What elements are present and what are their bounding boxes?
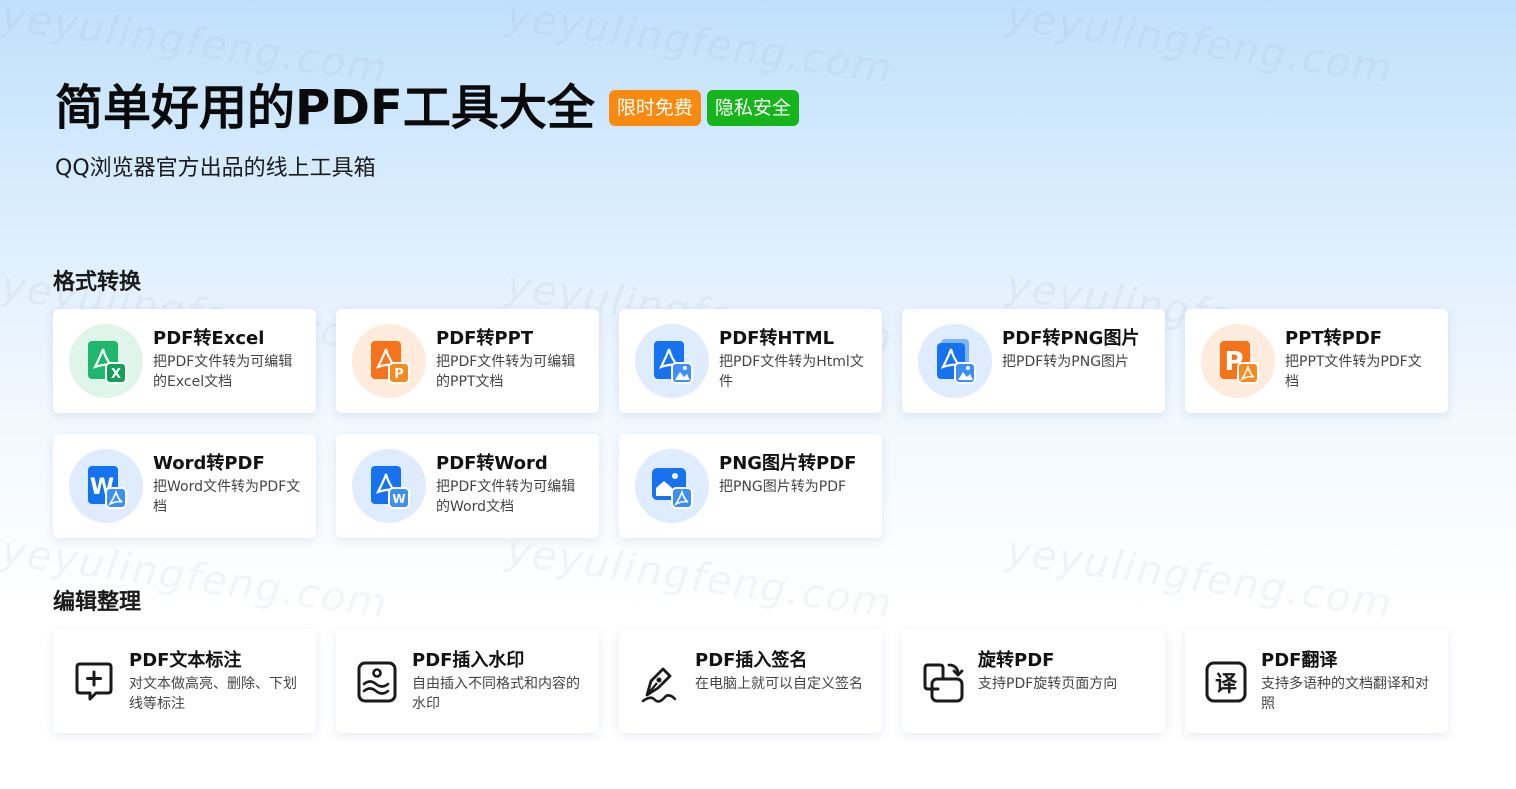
pdf-to-word-icon: W [352,449,426,523]
tool-title: PPT转PDF [1285,328,1383,349]
tool-desc: 把PDF文件转为可编辑的Word文档 [436,479,576,515]
tool-title: PNG图片转PDF [719,453,857,474]
tool-desc: 把PNG图片转为PDF [719,479,847,495]
page-title: 简单好用的PDF工具大全 [55,80,595,136]
convert-tools-grid: X PDF转Excel 把PDF文件转为可编辑的Excel文档 P PDF转PP… [53,309,1448,538]
tool-desc: 把PDF文件转为Html文件 [719,354,864,390]
ppt-to-pdf-icon: P [1201,324,1275,398]
tool-desc: 支持PDF旋转页面方向 [978,676,1118,692]
pdf-to-excel-icon: X [69,324,143,398]
watermark: yeyulingfeng.com [503,528,897,628]
tool-card-signature[interactable]: PDF插入签名 在电脑上就可以自定义签名 [619,629,882,733]
tool-card-pdf-to-ppt[interactable]: P PDF转PPT 把PDF文件转为可编辑的PPT文档 [336,309,599,413]
tool-title: PDF翻译 [1261,650,1338,671]
tool-card-ppt-to-pdf[interactable]: P PPT转PDF 把PPT文件转为PDF文档 [1185,309,1448,413]
tool-card-pdf-to-png[interactable]: PDF转PNG图片 把PDF转为PNG图片 [902,309,1165,413]
tool-card-translate[interactable]: 译 PDF翻译 支持多语种的文档翻译和对照 [1185,629,1448,733]
tool-title: 旋转PDF [978,650,1055,671]
tool-card-pdf-to-excel[interactable]: X PDF转Excel 把PDF文件转为可编辑的Excel文档 [53,309,316,413]
tool-title: PDF转HTML [719,328,835,349]
tool-desc: 把PDF转为PNG图片 [1002,354,1130,370]
tool-desc: 自由插入不同格式和内容的水印 [412,676,580,712]
translate-icon: 译 [1203,659,1249,705]
tool-desc: 在电脑上就可以自定义签名 [695,676,863,692]
tool-title: PDF转Word [436,453,548,474]
hero: 简单好用的PDF工具大全 限时免费 隐私安全 QQ浏览器官方出品的线上工具箱 [55,76,799,182]
tool-card-png-to-pdf[interactable]: PNG图片转PDF 把PNG图片转为PDF [619,434,882,538]
tool-desc: 把PPT文件转为PDF文档 [1285,354,1422,390]
watermark: yeyulingfeng.com [1003,528,1397,628]
section-title-edit: 编辑整理 [53,590,142,615]
edit-tools-grid: PDF文本标注 对文本做高亮、删除、下划线等标注 PDF插入水印 自由插入不同格… [53,629,1448,733]
tool-title: PDF插入签名 [695,650,808,671]
pdf-to-png-icon [918,324,992,398]
tool-title: PDF转PPT [436,328,534,349]
tool-desc: 把PDF文件转为可编辑的Excel文档 [153,354,293,390]
tool-desc: 把Word文件转为PDF文档 [153,479,301,515]
tool-title: PDF转Excel [153,328,265,349]
rotate-icon [920,659,966,705]
tool-title: PDF插入水印 [412,650,525,671]
watermark-icon [354,659,400,705]
watermark: yeyulingfeng.com [1003,0,1397,93]
svg-text:X: X [111,367,121,382]
tool-card-annotate[interactable]: PDF文本标注 对文本做高亮、删除、下划线等标注 [53,629,316,733]
png-to-pdf-icon [635,449,709,523]
svg-text:译: 译 [1215,672,1238,697]
page-subtitle: QQ浏览器官方出品的线上工具箱 [55,156,376,181]
tool-card-watermark[interactable]: PDF插入水印 自由插入不同格式和内容的水印 [336,629,599,733]
tool-title: PDF文本标注 [129,650,242,671]
pdf-to-ppt-icon: P [352,324,426,398]
word-to-pdf-icon: W [69,449,143,523]
tool-desc: 对文本做高亮、删除、下划线等标注 [129,676,297,712]
free-badge: 限时免费 [608,90,701,126]
signature-icon [637,659,683,705]
tool-card-word-to-pdf[interactable]: W Word转PDF 把Word文件转为PDF文档 [53,434,316,538]
svg-text:P: P [394,367,404,382]
tool-card-pdf-to-html[interactable]: PDF转HTML 把PDF文件转为Html文件 [619,309,882,413]
pdf-to-html-icon [635,324,709,398]
section-title-convert: 格式转换 [53,270,142,295]
privacy-badge: 隐私安全 [706,90,799,126]
tool-desc: 支持多语种的文档翻译和对照 [1261,676,1429,712]
tool-title: PDF转PNG图片 [1002,328,1140,349]
tool-title: Word转PDF [153,453,265,474]
tool-card-pdf-to-word[interactable]: W PDF转Word 把PDF文件转为可编辑的Word文档 [336,434,599,538]
tool-desc: 把PDF文件转为可编辑的PPT文档 [436,354,576,390]
annotate-icon [71,659,117,705]
tool-card-rotate[interactable]: 旋转PDF 支持PDF旋转页面方向 [902,629,1165,733]
svg-text:W: W [392,492,405,506]
